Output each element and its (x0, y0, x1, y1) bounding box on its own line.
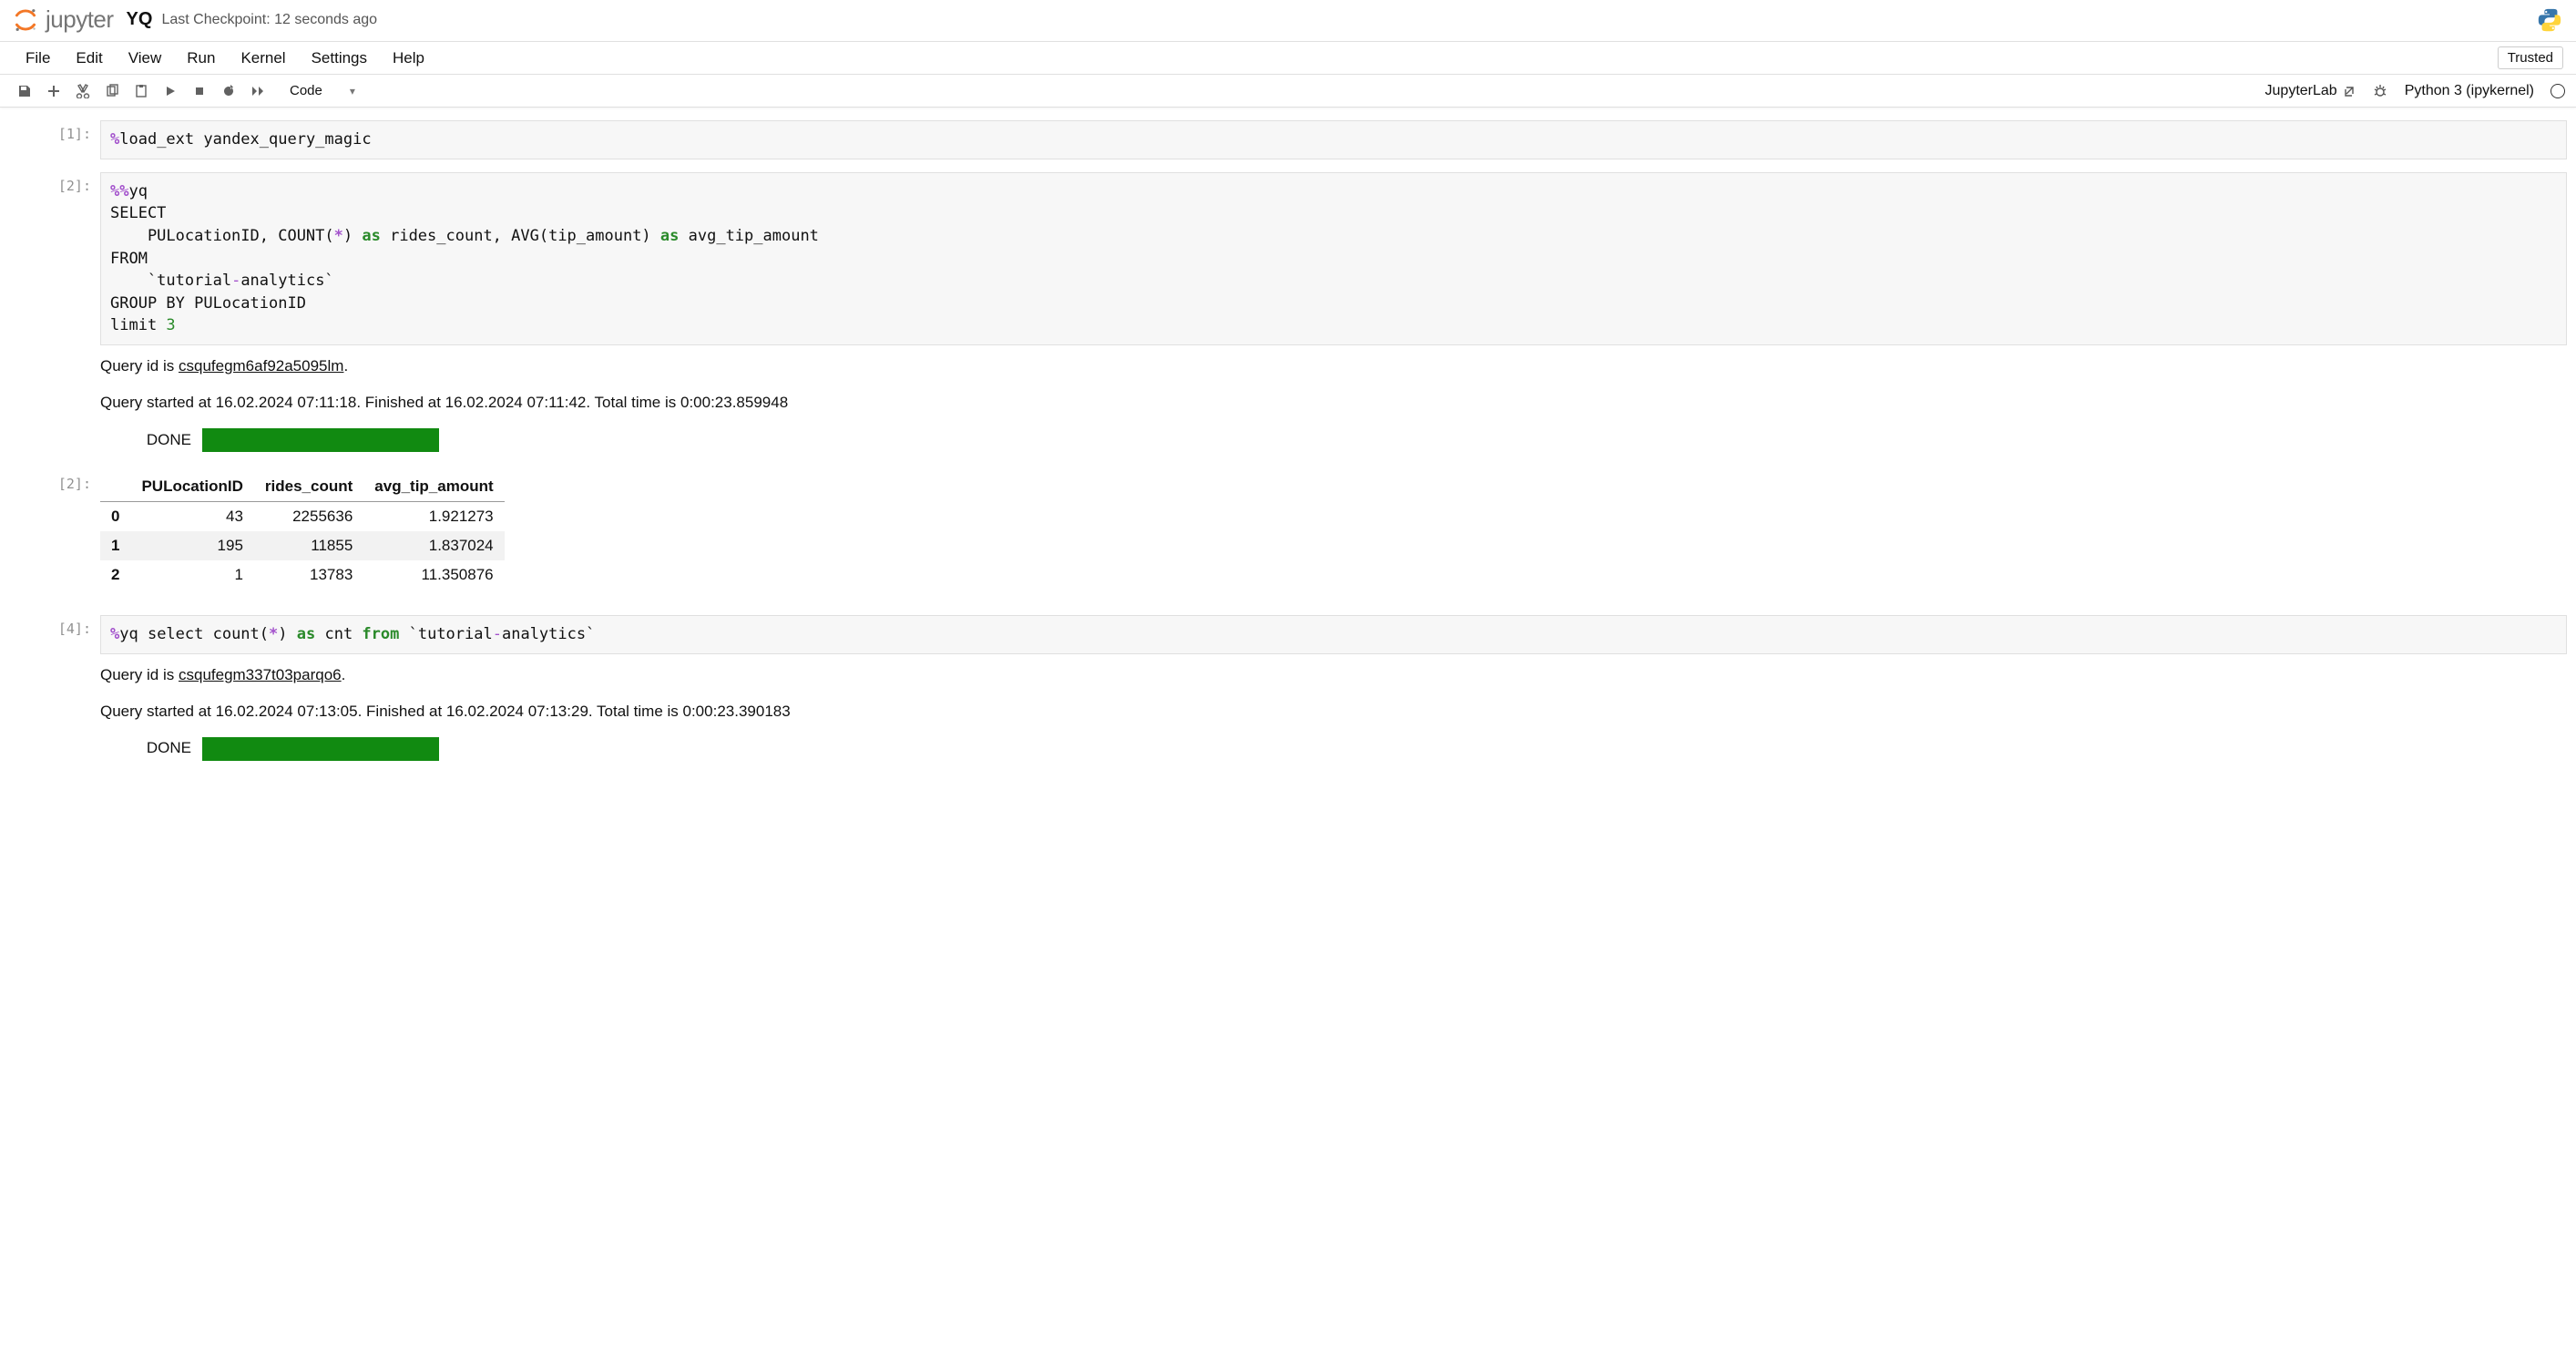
query-id-prefix: Query id is (100, 666, 179, 683)
query-id-link[interactable]: csqufegm337t03parqo6 (179, 666, 342, 683)
output-prompt: [2]: (9, 470, 100, 590)
external-link-icon (2343, 85, 2356, 98)
table-row: 1 195 11855 1.837024 (100, 531, 505, 560)
table-row: 2 1 13783 11.350876 (100, 560, 505, 590)
menu-bar: File Edit View Run Kernel Settings Help … (0, 42, 2576, 75)
paste-icon[interactable] (128, 78, 155, 104)
cut-icon[interactable] (69, 78, 97, 104)
notebook-area[interactable]: [1]: %load_ext yandex_query_magic [2]: %… (0, 108, 2576, 816)
run-all-icon[interactable] (244, 78, 271, 104)
cell[interactable]: [2]: %%yq SELECT PULocationID, COUNT(*) … (9, 172, 2567, 467)
cell-type-value: Code (290, 83, 322, 98)
query-timing: Query started at 16.02.2024 07:13:05. Fi… (100, 700, 2567, 724)
menu-settings[interactable]: Settings (299, 44, 380, 73)
col-header: avg_tip_amount (363, 472, 504, 502)
debug-icon[interactable] (2372, 83, 2388, 99)
col-header: PULocationID (130, 472, 253, 502)
jupyter-logo-icon (13, 7, 38, 33)
checkpoint-text: Last Checkpoint: 12 seconds ago (161, 12, 377, 28)
header-bar: jupyter YQ Last Checkpoint: 12 seconds a… (0, 0, 2576, 42)
input-prompt: [4]: (9, 615, 100, 775)
toolbar: Code ▾ JupyterLab Python 3 (ipykernel) (0, 75, 2576, 108)
jupyterlab-link[interactable]: JupyterLab (2265, 83, 2356, 99)
jupyter-logo[interactable]: jupyter (13, 5, 114, 34)
menu-run[interactable]: Run (174, 44, 228, 73)
trusted-badge[interactable]: Trusted (2498, 46, 2563, 69)
python-icon (2536, 6, 2563, 34)
menu-view[interactable]: View (116, 44, 175, 73)
code-input[interactable]: %yq select count(*) as cnt from `tutoria… (100, 615, 2567, 654)
copy-icon[interactable] (98, 78, 126, 104)
cell-type-select[interactable]: Code ▾ (282, 80, 375, 101)
cell-output-row: [2]: PULocationID rides_count avg_tip_am… (9, 470, 2567, 590)
table-row: 0 43 2255636 1.921273 (100, 502, 505, 532)
progress-bar (202, 428, 439, 452)
cell-output: Query id is csqufegm6af92a5095lm. Query … (100, 345, 2567, 467)
code-input[interactable]: %load_ext yandex_query_magic (100, 120, 2567, 159)
dataframe-table: PULocationID rides_count avg_tip_amount … (100, 472, 505, 590)
save-icon[interactable] (11, 78, 38, 104)
code-input[interactable]: %%yq SELECT PULocationID, COUNT(*) as ri… (100, 172, 2567, 345)
cell[interactable]: [4]: %yq select count(*) as cnt from `tu… (9, 615, 2567, 775)
menu-edit[interactable]: Edit (63, 44, 115, 73)
add-cell-icon[interactable] (40, 78, 67, 104)
cell[interactable]: [1]: %load_ext yandex_query_magic (9, 120, 2567, 159)
chevron-down-icon: ▾ (350, 85, 355, 98)
jupyter-logo-text: jupyter (46, 5, 114, 34)
progress-bar (202, 737, 439, 761)
cell-output: Query id is csqufegm337t03parqo6. Query … (100, 654, 2567, 775)
col-header: rides_count (254, 472, 363, 502)
run-icon[interactable] (157, 78, 184, 104)
query-timing: Query started at 16.02.2024 07:11:18. Fi… (100, 391, 2567, 415)
kernel-name[interactable]: Python 3 (ipykernel) (2405, 83, 2534, 99)
query-id-link[interactable]: csqufegm6af92a5095lm (179, 357, 343, 375)
menu-help[interactable]: Help (380, 44, 437, 73)
notebook-name[interactable]: YQ (127, 9, 153, 30)
query-id-prefix: Query id is (100, 357, 179, 375)
progress-label: DONE (100, 736, 191, 760)
restart-icon[interactable] (215, 78, 242, 104)
input-prompt: [2]: (9, 172, 100, 467)
progress-label: DONE (100, 428, 191, 452)
menu-kernel[interactable]: Kernel (228, 44, 298, 73)
menu-file[interactable]: File (13, 44, 63, 73)
kernel-status-icon[interactable] (2550, 84, 2565, 98)
input-prompt: [1]: (9, 120, 100, 159)
stop-icon[interactable] (186, 78, 213, 104)
